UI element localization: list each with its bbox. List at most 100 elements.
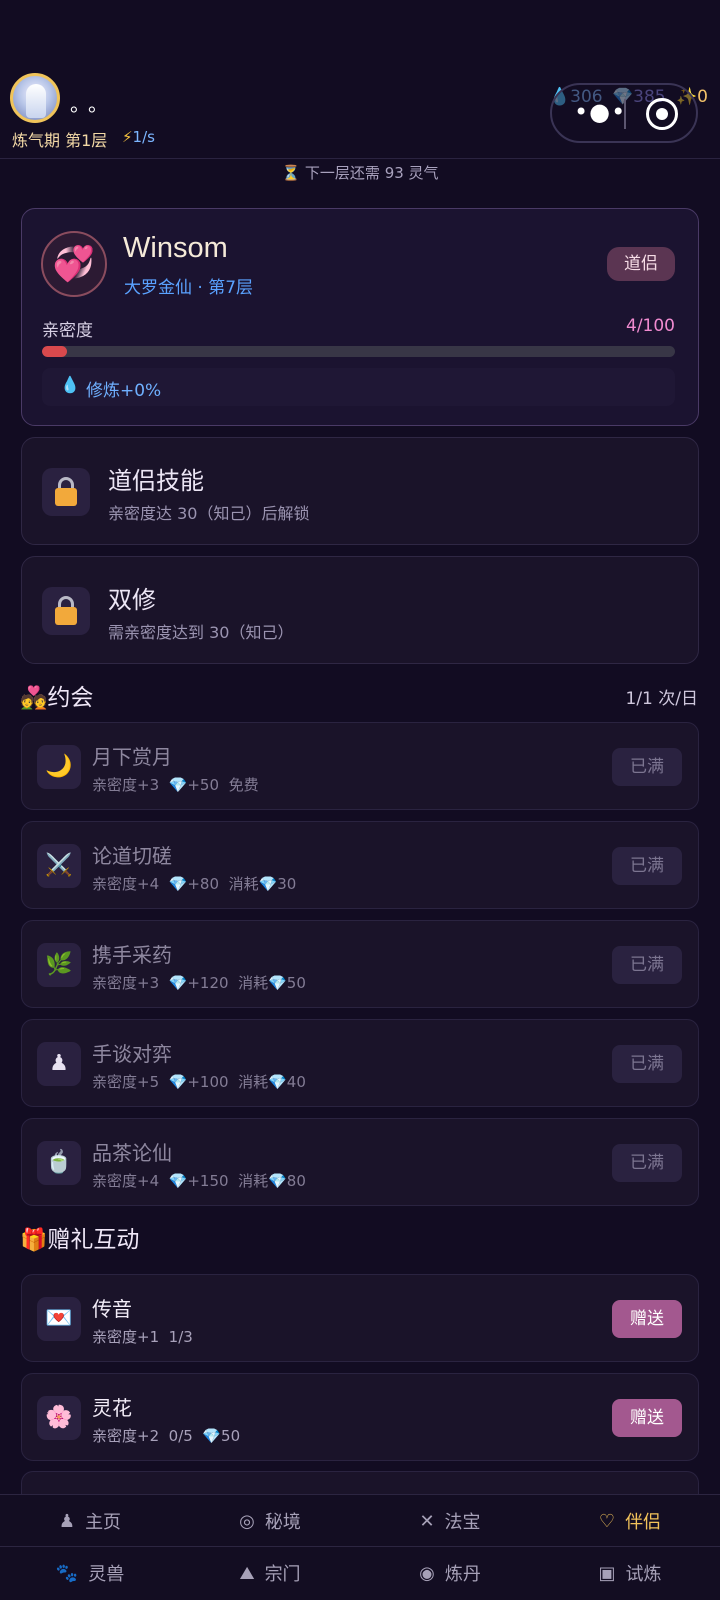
nav-label: 法宝 — [444, 1512, 481, 1533]
lock-card-subtitle: 亲密度达 30（知己）后解锁 — [108, 504, 310, 523]
miniapp-capsule: •●• — [550, 83, 698, 143]
activity-gem: +150 — [187, 1172, 229, 1190]
gift-send-button[interactable]: 赠送 — [612, 1399, 682, 1437]
portal-icon: ◎ — [239, 1510, 255, 1532]
beast-icon: 🐾 — [55, 1562, 79, 1584]
flower-icon: 🌸 — [37, 1396, 81, 1440]
gift-progress: 1/3 — [168, 1328, 193, 1346]
home-icon: ♟ — [58, 1510, 76, 1532]
gift-progress: 0/5 — [168, 1427, 193, 1445]
water-drop-icon: 💧 — [60, 375, 80, 394]
tea-icon: 🍵 — [37, 1141, 81, 1185]
activity-full-button[interactable]: 已满 — [612, 1144, 682, 1182]
activity-rewards: 亲密度+3 💎+120 消耗💎50 — [92, 972, 306, 993]
activity-gem: +100 — [187, 1073, 229, 1091]
date-activity-card: 🌿 携手采药 亲密度+3 💎+120 消耗💎50 已满 — [21, 920, 699, 1008]
activity-full-button[interactable]: 已满 — [612, 946, 682, 984]
lock-card-subtitle: 需亲密度达到 30（知己） — [108, 623, 294, 642]
nav-secret-realm[interactable]: ◎ 秘境 — [180, 1495, 360, 1547]
gift-title: 传音 — [92, 1297, 132, 1321]
hourglass-icon: ⏳ — [281, 164, 301, 182]
lightning-icon: ⚡ — [122, 128, 133, 146]
activity-title: 月下赏月 — [92, 745, 172, 769]
gift-intimacy: 亲密度+2 — [92, 1427, 160, 1445]
spark-value: 0 — [697, 87, 708, 107]
activity-full-button[interactable]: 已满 — [612, 1045, 682, 1083]
activity-intimacy: 亲密度+4 — [92, 1172, 160, 1190]
gift-rewards: 亲密度+2 0/5 💎50 — [92, 1425, 240, 1446]
activity-title: 手谈对弈 — [92, 1042, 172, 1066]
close-miniapp-icon[interactable] — [646, 98, 678, 130]
lock-card-title: 双修 — [108, 586, 156, 614]
nav-label: 伴侣 — [625, 1512, 662, 1533]
next-layer-hint: ⏳ 下一层还需 93 灵气 — [0, 162, 720, 183]
speed-value: 1/s — [132, 128, 155, 146]
hearts-icon: 💞 — [41, 231, 107, 297]
gifts-title-text: 赠礼互动 — [47, 1227, 140, 1253]
activity-cost: 免费 — [228, 776, 259, 794]
nav-label: 主页 — [85, 1512, 122, 1533]
date-activity-card: 🌙 月下赏月 亲密度+3 💎+50 免费 已满 — [21, 722, 699, 810]
crossed-swords-icon: ✕ — [419, 1510, 435, 1532]
gift-cost: 50 — [221, 1427, 241, 1445]
dual-cultivation-card[interactable]: 双修 需亲密度达到 30（知己） — [21, 556, 699, 664]
activity-gem: +120 — [187, 974, 229, 992]
nav-label: 试炼 — [625, 1564, 662, 1585]
activity-cost: 消耗💎50 — [238, 974, 306, 992]
activity-gem: +80 — [187, 875, 220, 893]
partner-name: Winsom — [123, 232, 228, 264]
nav-sect[interactable]: ⛰ 宗门 — [180, 1547, 360, 1599]
activity-rewards: 亲密度+4 💎+150 消耗💎80 — [92, 1170, 306, 1191]
gift-intimacy: 亲密度+1 — [92, 1328, 160, 1346]
nav-partner[interactable]: ♡ 伴侣 — [540, 1495, 720, 1547]
activity-full-button[interactable]: 已满 — [612, 847, 682, 885]
lock-icon — [42, 587, 90, 635]
activity-intimacy: 亲密度+3 — [92, 974, 160, 992]
player-avatar[interactable] — [10, 73, 60, 123]
activity-rewards: 亲密度+4 💎+80 消耗💎30 — [92, 873, 296, 894]
gem-icon: 💎 — [168, 1073, 188, 1091]
gift-title: 灵花 — [92, 1396, 132, 1420]
trial-icon: ▣ — [598, 1562, 616, 1584]
nav-spirit-beast[interactable]: 🐾 灵兽 — [0, 1547, 180, 1599]
nav-label: 灵兽 — [88, 1564, 125, 1585]
date-activity-card: ⚔️ 论道切磋 亲密度+4 💎+80 消耗💎30 已满 — [21, 821, 699, 909]
nav-alchemy[interactable]: ◉ 炼丹 — [360, 1547, 540, 1599]
partner-tag-badge: 道侣 — [607, 247, 675, 281]
love-letter-icon: 💌 — [37, 1297, 81, 1341]
gift-send-button[interactable]: 赠送 — [612, 1300, 682, 1338]
activity-intimacy: 亲密度+4 — [92, 875, 160, 893]
activity-gem: +50 — [187, 776, 220, 794]
nav-label: 秘境 — [264, 1512, 301, 1533]
intimacy-value: 4/100 — [626, 316, 675, 336]
gift-rewards: 亲密度+1 1/3 — [92, 1326, 193, 1347]
activity-title: 携手采药 — [92, 943, 172, 967]
activity-title: 品茶论仙 — [92, 1141, 172, 1165]
cultivation-speed: ⚡1/s — [122, 128, 155, 146]
gift-card: 🌸 灵花 亲密度+2 0/5 💎50 赠送 — [21, 1373, 699, 1461]
more-menu-icon[interactable]: •●• — [574, 98, 626, 126]
activity-rewards: 亲密度+5 💎+100 消耗💎40 — [92, 1071, 306, 1092]
next-layer-text: 下一层还需 93 灵气 — [304, 164, 439, 182]
intimacy-progress-bar — [42, 346, 675, 357]
chess-pawn-icon: ♟ — [37, 1042, 81, 1086]
activity-full-button[interactable]: 已满 — [612, 748, 682, 786]
date-activity-card: 🍵 品茶论仙 亲密度+4 💎+150 消耗💎80 已满 — [21, 1118, 699, 1206]
nav-home[interactable]: ♟ 主页 — [0, 1495, 180, 1547]
date-activity-card: ♟ 手谈对弈 亲密度+5 💎+100 消耗💎40 已满 — [21, 1019, 699, 1107]
nav-label: 炼丹 — [444, 1564, 481, 1585]
gift-icon: 🎁 — [20, 1228, 48, 1253]
header-divider — [0, 158, 720, 159]
moon-icon: 🌙 — [37, 745, 81, 789]
lock-icon — [42, 468, 90, 516]
activity-cost: 消耗💎30 — [228, 875, 297, 893]
gem-icon: 💎 — [168, 776, 188, 794]
gifts-section-title: 🎁赠礼互动 — [20, 1220, 139, 1254]
partner-skill-card[interactable]: 道侣技能 亲密度达 30（知己）后解锁 — [21, 437, 699, 545]
nav-trial[interactable]: ▣ 试炼 — [540, 1547, 720, 1599]
nav-treasure[interactable]: ✕ 法宝 — [360, 1495, 540, 1547]
player-realm: 炼气期 第1层 — [12, 131, 108, 150]
dates-section-title: 💑约会 — [20, 678, 93, 712]
activity-intimacy: 亲密度+3 — [92, 776, 160, 794]
hearts-icon: ♡ — [598, 1510, 616, 1532]
